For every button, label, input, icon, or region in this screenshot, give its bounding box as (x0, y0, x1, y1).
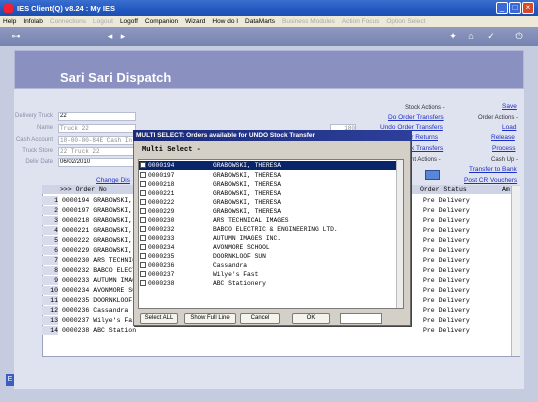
right-arrow-icon[interactable]: ▸ (117, 30, 129, 42)
post-cr-vouchers-link[interactable]: Post CR Vouchers (464, 177, 517, 184)
load-link[interactable]: Load (502, 124, 516, 131)
power-icon[interactable]: ⏻ (513, 30, 525, 42)
list-item[interactable]: 0000229 GRABOWSKI, THERESA (139, 207, 396, 216)
truck-store-label: Truck Store (22, 148, 53, 154)
save-link[interactable]: Save (502, 103, 517, 110)
home-icon[interactable]: ⌂ (465, 30, 477, 42)
checkbox[interactable] (140, 253, 146, 259)
toolbar: ⊶ ◂ ▸ ✦ ⌂ ✓ ⏻ (0, 27, 538, 46)
menu-connections[interactable]: Connections (50, 18, 86, 25)
list-item[interactable]: 0000238 ABC Stationery (139, 279, 396, 288)
transfer-to-bank-link[interactable]: Transfer to Bank (469, 166, 517, 173)
name-field[interactable]: Truck 22 (58, 124, 136, 133)
header-amount[interactable]: Am (502, 186, 510, 193)
deliv-date-field[interactable]: 06/02/2010 (58, 158, 136, 167)
dialog-title[interactable]: MULTI SELECT: Orders available for UNDO … (133, 130, 411, 141)
cash-account-label: Cash Account (15, 137, 53, 143)
menu-bar: Help Infolab Connections Logout Logoff C… (0, 16, 538, 27)
minimize-icon[interactable]: _ (496, 2, 508, 14)
checkbox[interactable] (140, 172, 146, 178)
maximize-icon[interactable]: □ (509, 2, 521, 14)
window-titlebar[interactable]: IES Client(Q) v8.24 : My IES (0, 0, 538, 16)
list-item[interactable]: 0000230 ARS TECHNICAL IMAGES (139, 216, 396, 225)
deliv-date-label: Deliv Date (25, 159, 53, 165)
stock-actions-label: Stock Actions - (405, 105, 445, 111)
checkbox[interactable] (140, 271, 146, 277)
menu-help[interactable]: Help (3, 18, 16, 25)
k-transfers-link[interactable]: k Transfers (411, 145, 443, 152)
menu-wizard[interactable]: Wizard (185, 18, 205, 25)
list-item[interactable]: 0000237 Wilye's Fast (139, 270, 396, 279)
checkbox[interactable] (140, 244, 146, 250)
name-label: Name (36, 125, 53, 131)
page-title: Sari Sari Dispatch (60, 70, 172, 85)
list-item[interactable]: 0000222 GRABOWSKI, THERESA (139, 198, 396, 207)
menu-logoff[interactable]: Logoff (120, 18, 138, 25)
list-item[interactable]: 0000236 Cassandra (139, 261, 396, 270)
checkbox[interactable] (140, 217, 146, 223)
checkbox[interactable] (140, 208, 146, 214)
app-icon (4, 3, 13, 13)
checkbox[interactable] (140, 280, 146, 286)
check-icon[interactable]: ✓ (485, 30, 497, 42)
header-order-no[interactable]: >>> Order No (60, 186, 107, 193)
checkbox[interactable] (140, 262, 146, 268)
list-item[interactable]: 0000221 GRABOWSKI, THERESA (139, 189, 396, 198)
header-order-status[interactable]: Order Status (420, 186, 467, 193)
cancel-button[interactable]: Cancel (240, 313, 280, 324)
key-icon[interactable]: ⊶ (6, 30, 26, 42)
release-link[interactable]: Release (491, 134, 515, 141)
process-link[interactable]: Process (492, 145, 515, 152)
list-item[interactable]: 0000194 GRABOWSKI, THERESA (139, 161, 396, 170)
settings-icon[interactable]: ✦ (447, 30, 459, 42)
list-item[interactable]: 0000235 DOORNKLOOF SUN (139, 252, 396, 261)
dialog-scrollbar[interactable] (396, 160, 403, 308)
menu-option-select[interactable]: Option Select (386, 18, 425, 25)
close-icon[interactable]: × (522, 2, 534, 14)
checkbox[interactable] (140, 235, 146, 241)
show-full-line-button[interactable]: Show Full Line (184, 313, 236, 324)
window-title: IES Client(Q) v8.24 : My IES (17, 3, 115, 13)
left-arrow-icon[interactable]: ◂ (104, 30, 116, 42)
side-panel-icon[interactable]: E (6, 374, 14, 386)
list-item[interactable]: 0000234 AVONMORE SCHOOL (139, 243, 396, 252)
dialog-input-field[interactable] (340, 313, 382, 324)
menu-action-focus[interactable]: Action Focus (342, 18, 380, 25)
dialog-subtitle: Multi Select - (142, 146, 201, 154)
menu-business-modules[interactable]: Business Modules (282, 18, 335, 25)
order-actions-label: Order Actions - (478, 115, 519, 121)
list-item[interactable]: 0000218 GRABOWSKI, THERESA (139, 180, 396, 189)
delivery-truck-label: Delivery Truck (14, 113, 53, 119)
list-item[interactable]: 0000232 BABCO ELECTRIC & ENGINEERING LTD. (139, 225, 396, 234)
do-order-transfers-link[interactable]: Do Order Transfers (388, 114, 444, 121)
checkbox[interactable] (140, 226, 146, 232)
list-item[interactable]: 0000233 AUTUMN IMAGES INC. (139, 234, 396, 243)
table-row[interactable]: 14 0000238 ABC Station Pre Delivery (42, 326, 520, 335)
cash-account-field[interactable]: 18-00-00-84E Cash In (58, 136, 136, 145)
ok-button[interactable]: OK (292, 313, 330, 324)
delivery-truck-field[interactable]: 22 (58, 112, 136, 121)
menu-datamarts[interactable]: DataMarts (245, 18, 275, 25)
menu-companion[interactable]: Companion (145, 18, 178, 25)
select-all-button[interactable]: Select ALL (140, 313, 178, 324)
nt-actions-label: nt Actions - (411, 157, 441, 163)
cash-register-icon (425, 170, 440, 180)
checkbox[interactable] (140, 162, 146, 168)
menu-logout[interactable]: Logout (93, 18, 113, 25)
list-item[interactable]: 0000197 GRABOWSKI, THERESA (139, 171, 396, 180)
menu-infolab[interactable]: Infolab (23, 18, 43, 25)
cash-up-label: Cash Up - (491, 157, 519, 163)
truck-store-field[interactable]: 22 Truck 22 (58, 147, 136, 156)
change-dis-link[interactable]: Change Dis (96, 177, 130, 184)
checkbox[interactable] (140, 190, 146, 196)
menu-how-do-i[interactable]: How do I (212, 18, 238, 25)
checkbox[interactable] (140, 181, 146, 187)
checkbox[interactable] (140, 199, 146, 205)
